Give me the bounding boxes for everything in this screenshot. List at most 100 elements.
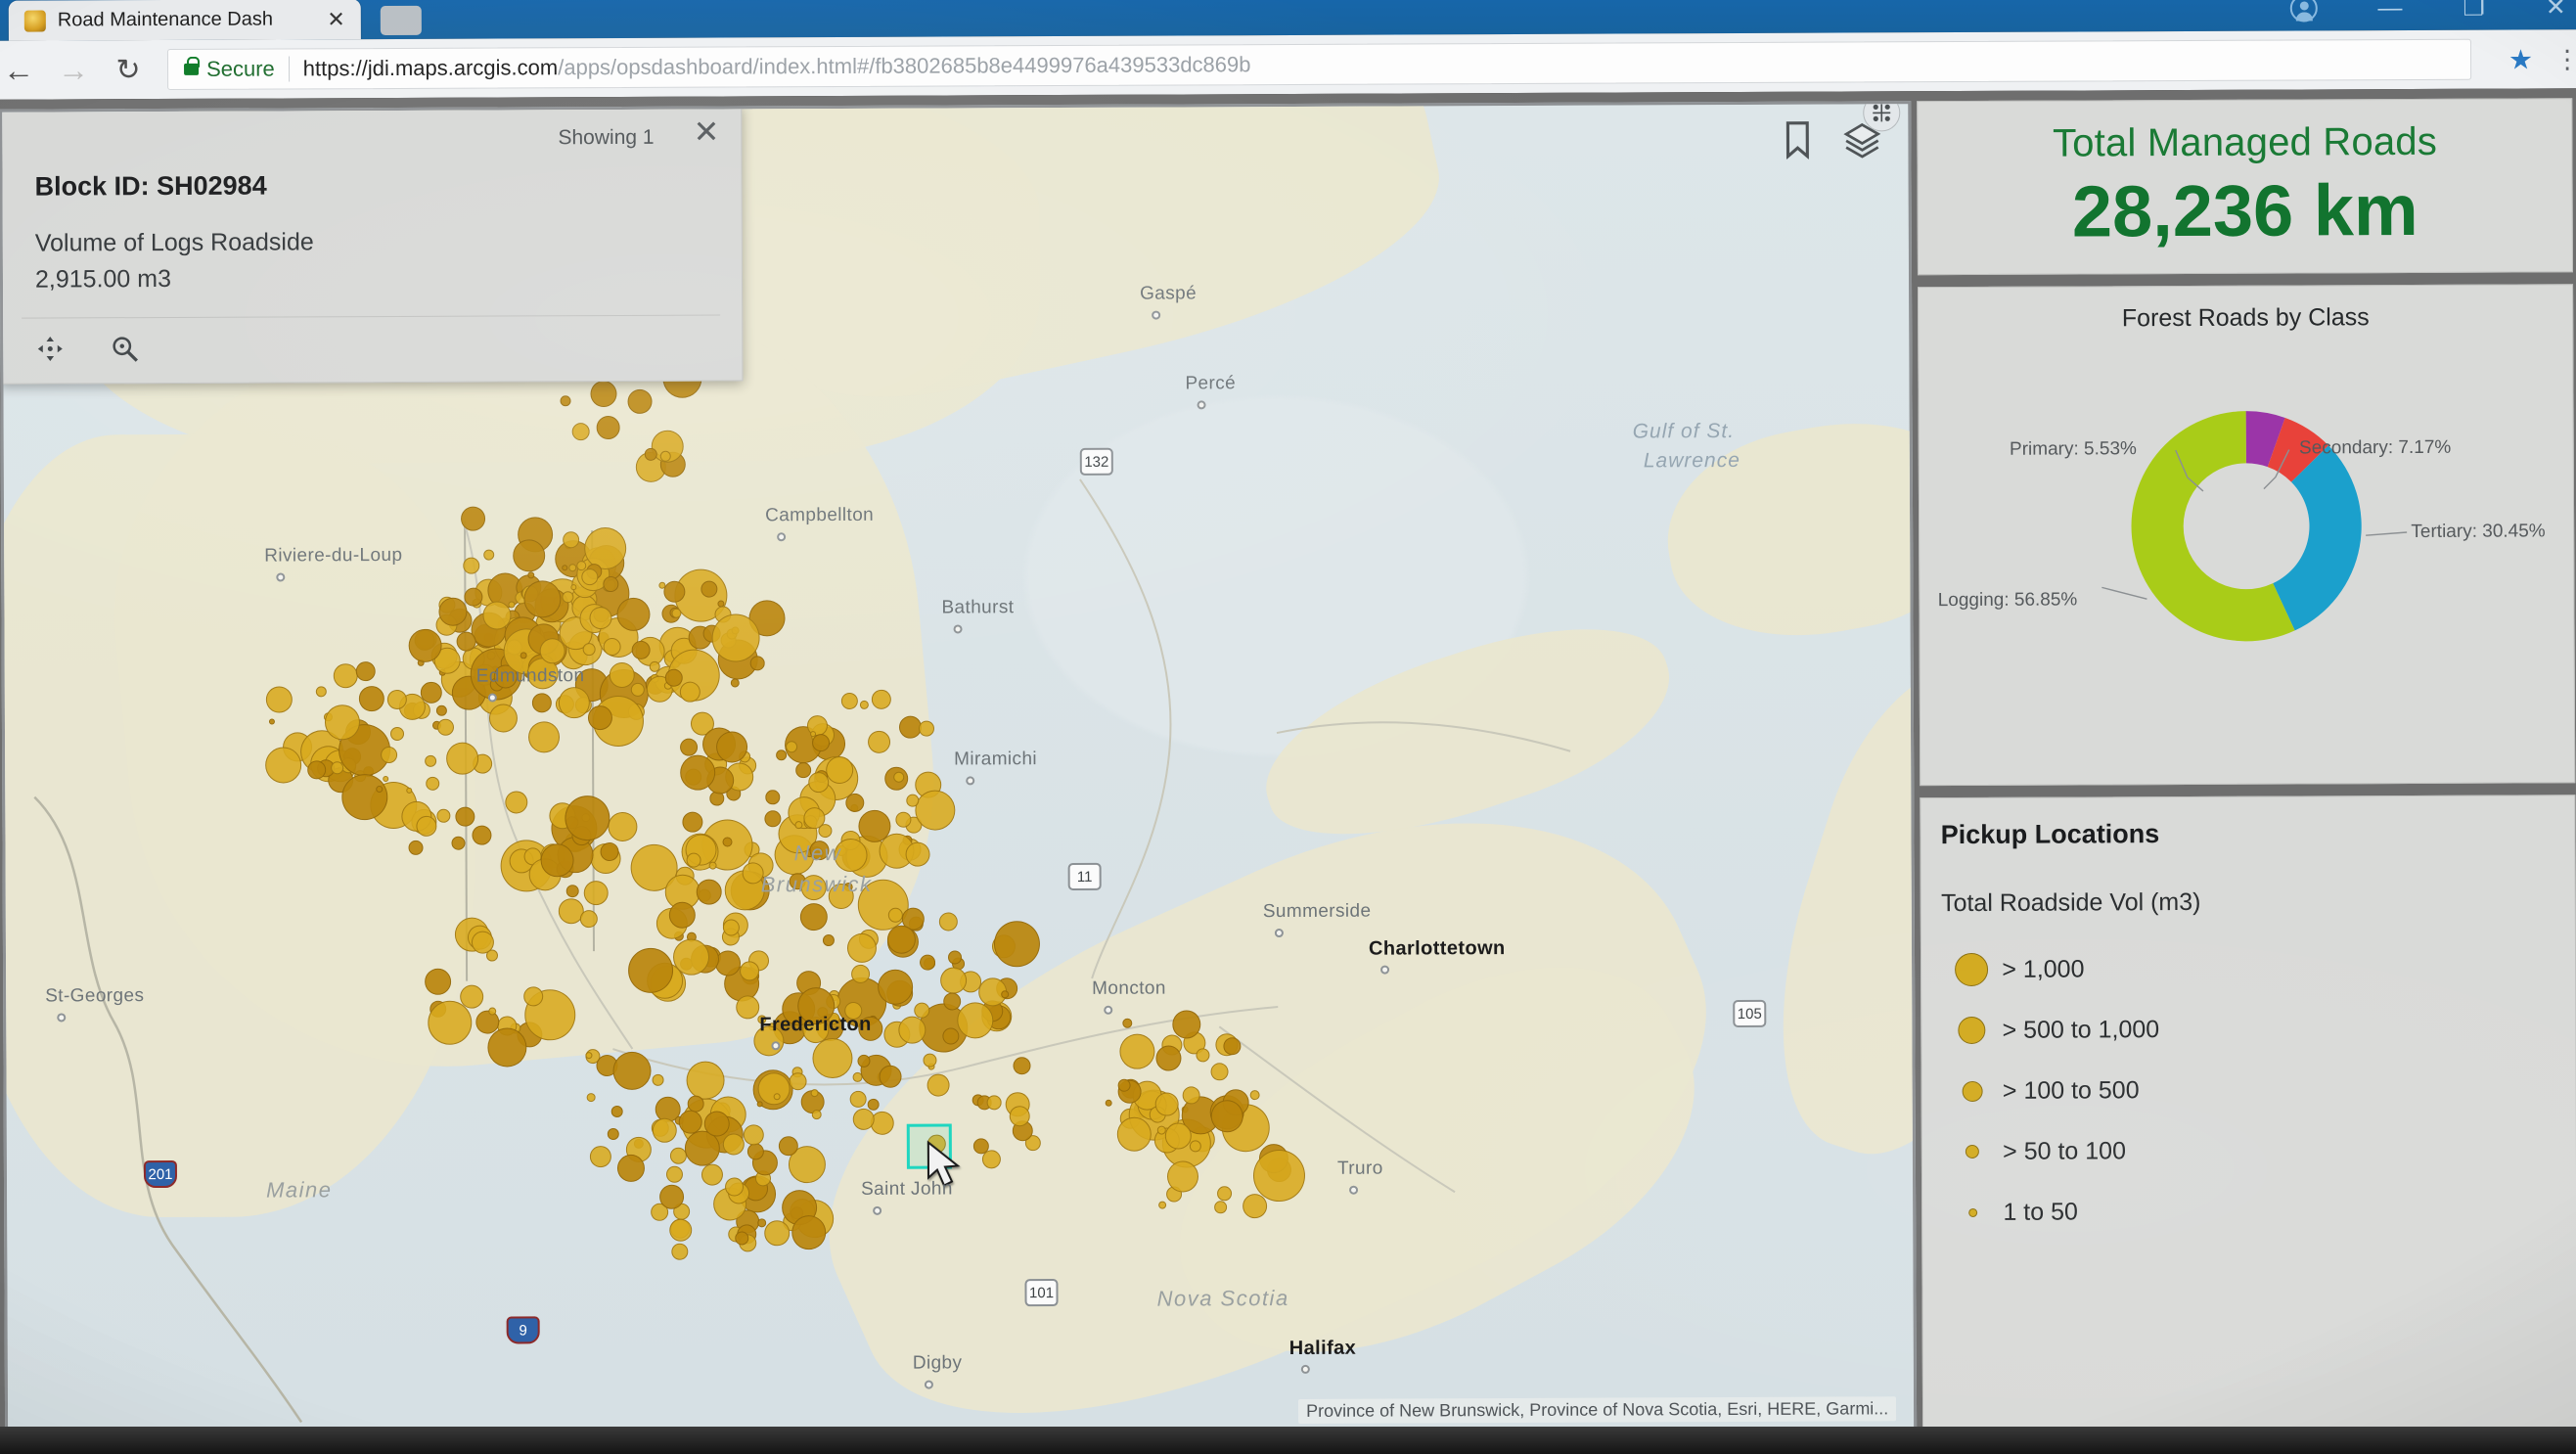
pickup-location-dot[interactable] — [307, 760, 327, 780]
chart-card-forest-roads-by-class[interactable]: Forest Roads by Class Primary: 5.53% Sec… — [1918, 284, 2576, 787]
pickup-location-dot[interactable] — [918, 720, 935, 737]
bookmark-icon[interactable] — [1782, 120, 1815, 159]
pickup-location-dot[interactable] — [630, 682, 645, 697]
pickup-location-dot[interactable] — [488, 704, 519, 733]
pickup-location-dot[interactable] — [520, 652, 527, 659]
minimize-icon[interactable]: — — [2377, 0, 2402, 22]
pickup-location-dot[interactable] — [682, 811, 703, 833]
pickup-location-dot[interactable] — [879, 1065, 902, 1088]
pickup-location-dot[interactable] — [1243, 1194, 1268, 1219]
pickup-location-dot[interactable] — [1196, 1048, 1210, 1063]
pickup-location-dot[interactable] — [644, 447, 657, 461]
pickup-location-dot[interactable] — [565, 795, 610, 841]
pickup-location-dot[interactable] — [680, 754, 716, 791]
pickup-location-dot[interactable] — [585, 1052, 593, 1060]
pickup-location-dot[interactable] — [871, 689, 891, 709]
pickup-location-dot[interactable] — [483, 549, 495, 561]
pickup-location-dot[interactable] — [746, 1143, 764, 1160]
pickup-location-dot[interactable] — [789, 1072, 807, 1091]
pickup-location-dot[interactable] — [851, 964, 871, 983]
pickup-location-dot[interactable] — [579, 910, 598, 929]
donut-chart[interactable] — [2109, 388, 2384, 663]
forward-icon[interactable]: → — [46, 52, 101, 88]
pickup-location-dot[interactable] — [616, 597, 651, 631]
pickup-location-dot[interactable] — [488, 1007, 497, 1016]
pickup-location-dot[interactable] — [808, 772, 830, 794]
pickup-location-dot[interactable] — [671, 608, 682, 618]
pickup-location-dot[interactable] — [722, 837, 733, 847]
pickup-location-dot[interactable] — [1155, 1045, 1182, 1071]
pickup-location-dot[interactable] — [652, 1117, 677, 1143]
pickup-location-dot[interactable] — [947, 950, 963, 965]
pickup-location-dot[interactable] — [669, 1218, 693, 1242]
pickup-location-dot[interactable] — [722, 919, 740, 936]
pickup-location-dot[interactable] — [612, 1051, 652, 1091]
pickup-location-dot[interactable] — [852, 1108, 875, 1130]
pickup-location-dot[interactable] — [938, 912, 958, 931]
pickup-location-dot[interactable] — [981, 1150, 1001, 1169]
pickup-location-dot[interactable] — [386, 689, 407, 710]
pickup-location-dot[interactable] — [822, 934, 835, 947]
pickup-location-dot[interactable] — [735, 1231, 749, 1246]
pickup-location-dot[interactable] — [764, 1220, 791, 1247]
pickup-location-dot[interactable] — [1013, 1057, 1031, 1075]
pickup-location-dot[interactable] — [426, 776, 440, 791]
pickup-location-dot[interactable] — [603, 575, 619, 593]
pickup-location-dot[interactable] — [730, 678, 740, 688]
pickup-location-dot[interactable] — [708, 861, 717, 870]
pickup-location-dot[interactable] — [589, 607, 612, 630]
pickup-location-dot[interactable] — [324, 704, 361, 741]
pickup-location-dot[interactable] — [331, 761, 344, 775]
close-tab-icon[interactable]: ✕ — [321, 7, 351, 31]
pickup-location-dot[interactable] — [906, 794, 920, 807]
pickup-location-dot[interactable] — [898, 1016, 926, 1044]
pickup-location-dot[interactable] — [451, 836, 466, 850]
pickup-location-dot[interactable] — [435, 704, 447, 716]
pickup-location-dot[interactable] — [508, 601, 516, 609]
address-bar[interactable]: Secure https://jdi.maps.arcgis.com/apps/… — [166, 38, 2472, 90]
zoom-to-icon[interactable] — [110, 334, 139, 363]
pickup-location-dot[interactable] — [265, 686, 293, 713]
pickup-location-dot[interactable] — [355, 661, 376, 682]
pickup-location-dot[interactable] — [562, 591, 574, 604]
pickup-location-dot[interactable] — [406, 787, 413, 794]
pickup-location-dot[interactable] — [582, 643, 596, 657]
pickup-location-dot[interactable] — [920, 954, 936, 971]
profile-icon[interactable] — [2289, 0, 2318, 23]
pickup-location-dot[interactable] — [1210, 1063, 1229, 1081]
pickup-location-dot[interactable] — [587, 705, 612, 731]
pickup-location-dot[interactable] — [389, 726, 405, 742]
pickup-location-dot[interactable] — [668, 901, 696, 929]
pickup-location-dot[interactable] — [714, 950, 742, 977]
pickup-location-dot[interactable] — [1122, 1018, 1133, 1028]
pickup-location-dot[interactable] — [799, 903, 828, 931]
pickup-location-dot[interactable] — [1210, 1100, 1243, 1133]
pickup-location-dot[interactable] — [700, 1163, 724, 1186]
pickup-location-dot[interactable] — [590, 380, 617, 408]
pickup-location-dot[interactable] — [678, 1110, 702, 1134]
pickup-location-dot[interactable] — [376, 786, 384, 794]
pickup-location-dot[interactable] — [583, 881, 609, 906]
pickup-location-dot[interactable] — [505, 791, 528, 814]
pickup-location-dot[interactable] — [603, 637, 621, 657]
pickup-location-dot[interactable] — [659, 1184, 685, 1209]
pickup-location-dot[interactable] — [724, 1177, 745, 1197]
pickup-location-dot[interactable] — [1182, 1086, 1200, 1105]
pickup-location-dot[interactable] — [672, 938, 710, 976]
maximize-icon[interactable]: ❐ — [2463, 0, 2485, 21]
pickup-location-dot[interactable] — [696, 879, 722, 905]
pickup-location-dot[interactable] — [671, 1243, 689, 1260]
pickup-location-dot[interactable] — [436, 718, 455, 736]
pickup-location-dot[interactable] — [1117, 1078, 1131, 1092]
pickup-location-dot[interactable] — [562, 565, 568, 571]
pickup-location-dot[interactable] — [776, 750, 788, 761]
pickup-location-dot[interactable] — [513, 539, 546, 572]
pickup-location-dot[interactable] — [531, 693, 552, 713]
pickup-location-dot[interactable] — [1156, 1125, 1166, 1135]
pickup-location-dot[interactable] — [627, 388, 653, 414]
pickup-location-dot[interactable] — [773, 1093, 781, 1101]
pickup-location-dot[interactable] — [794, 821, 803, 830]
pickup-location-dot[interactable] — [659, 450, 671, 462]
pickup-location-dot[interactable] — [905, 841, 930, 867]
pickup-location-dot[interactable] — [408, 628, 442, 662]
